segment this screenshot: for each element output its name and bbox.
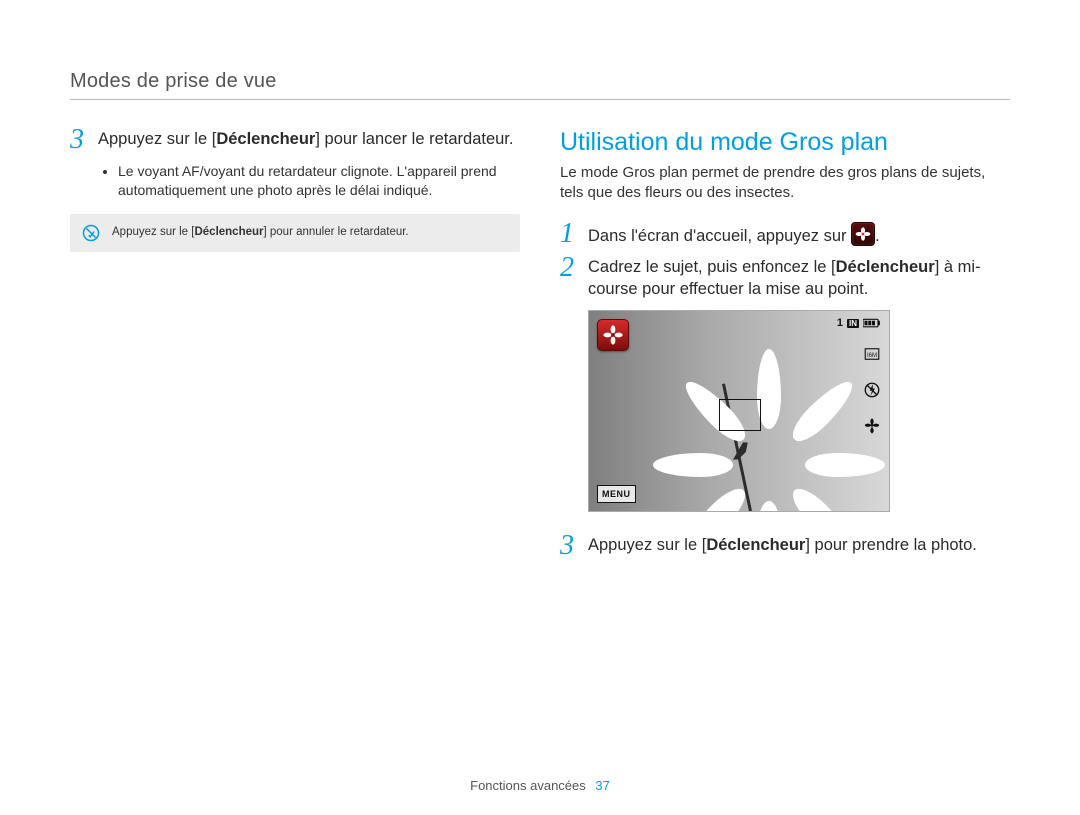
right-step-3: 3 Appuyez sur le [Déclencheur] pour pren… xyxy=(560,534,1010,560)
left-step-3: 3 Appuyez sur le [Déclencheur] pour lanc… xyxy=(70,128,520,154)
svg-text:I6M: I6M xyxy=(867,353,877,359)
macro-flower-icon xyxy=(863,417,881,435)
note-box: Appuyez sur le [Déclencheur] pour annule… xyxy=(70,214,520,252)
step-text: Appuyez sur le [Déclencheur] pour lancer… xyxy=(98,128,520,150)
left-bullets: Le voyant AF/voyant du retardateur clign… xyxy=(118,162,520,200)
step-text-pre: Cadrez le sujet, puis enfoncez le [ xyxy=(588,258,836,276)
bullet-item: Le voyant AF/voyant du retardateur clign… xyxy=(118,162,520,200)
lcd-preview-illustration: MENU 1 IN I6M xyxy=(588,310,890,512)
step-number: 1 xyxy=(560,220,588,248)
footer-section: Fonctions avancées xyxy=(470,778,586,793)
section-title: Utilisation du mode Gros plan xyxy=(560,128,1010,157)
step-text-post: ] pour lancer le retardateur. xyxy=(315,130,513,148)
footer-page-number: 37 xyxy=(595,778,609,793)
battery-icon xyxy=(863,318,881,328)
manual-page: Modes de prise de vue 3 Appuyez sur le [… xyxy=(0,0,1080,815)
section-intro: Le mode Gros plan permet de prendre des … xyxy=(560,163,1010,204)
note-text: Appuyez sur le [Déclencheur] pour annule… xyxy=(112,224,409,240)
step-text-pre: Dans l'écran d'accueil, appuyez sur xyxy=(588,227,851,245)
step-text-bold: Déclencheur xyxy=(706,536,805,554)
step-number: 3 xyxy=(560,532,588,560)
step-number: 2 xyxy=(560,254,588,282)
step-text: Appuyez sur le [Déclencheur] pour prendr… xyxy=(588,534,1010,556)
page-footer: Fonctions avancées 37 xyxy=(0,778,1080,793)
note-bold: Déclencheur xyxy=(194,226,263,238)
step-text-bold: Déclencheur xyxy=(836,258,935,276)
left-column: 3 Appuyez sur le [Déclencheur] pour lanc… xyxy=(70,128,520,568)
running-head: Modes de prise de vue xyxy=(70,70,1010,100)
step-text-pre: Appuyez sur le [ xyxy=(98,130,216,148)
right-column: Utilisation du mode Gros plan Le mode Gr… xyxy=(560,128,1010,568)
step-text: Dans l'écran d'accueil, appuyez sur . xyxy=(588,222,1010,247)
note-info-icon xyxy=(82,224,100,242)
lcd-top-right-status: 1 IN xyxy=(837,317,881,329)
lcd-focus-box xyxy=(719,399,761,431)
step-text-post: . xyxy=(875,227,880,245)
flash-off-icon xyxy=(863,381,881,399)
note-post: ] pour annuler le retardateur. xyxy=(264,226,409,238)
closeup-mode-icon xyxy=(851,222,875,246)
right-step-1: 1 Dans l'écran d'accueil, appuyez sur . xyxy=(560,222,1010,248)
lcd-storage-badge: IN xyxy=(847,319,859,328)
step-text-post: ] pour prendre la photo. xyxy=(805,536,977,554)
resolution-icon: I6M xyxy=(863,345,881,363)
lcd-mode-chip-closeup-icon xyxy=(597,319,629,351)
step-number: 3 xyxy=(70,126,98,154)
step-text-bold: Déclencheur xyxy=(216,130,315,148)
lcd-right-icon-stack: I6M xyxy=(863,345,881,435)
lcd-shot-counter: 1 xyxy=(837,317,843,329)
step-text: Cadrez le sujet, puis enfoncez le [Décle… xyxy=(588,256,1010,301)
step-text-pre: Appuyez sur le [ xyxy=(588,536,706,554)
two-column-layout: 3 Appuyez sur le [Déclencheur] pour lanc… xyxy=(70,128,1010,568)
note-pre: Appuyez sur le [ xyxy=(112,226,194,238)
lcd-menu-button: MENU xyxy=(597,485,636,503)
right-step-2: 2 Cadrez le sujet, puis enfoncez le [Déc… xyxy=(560,256,1010,301)
